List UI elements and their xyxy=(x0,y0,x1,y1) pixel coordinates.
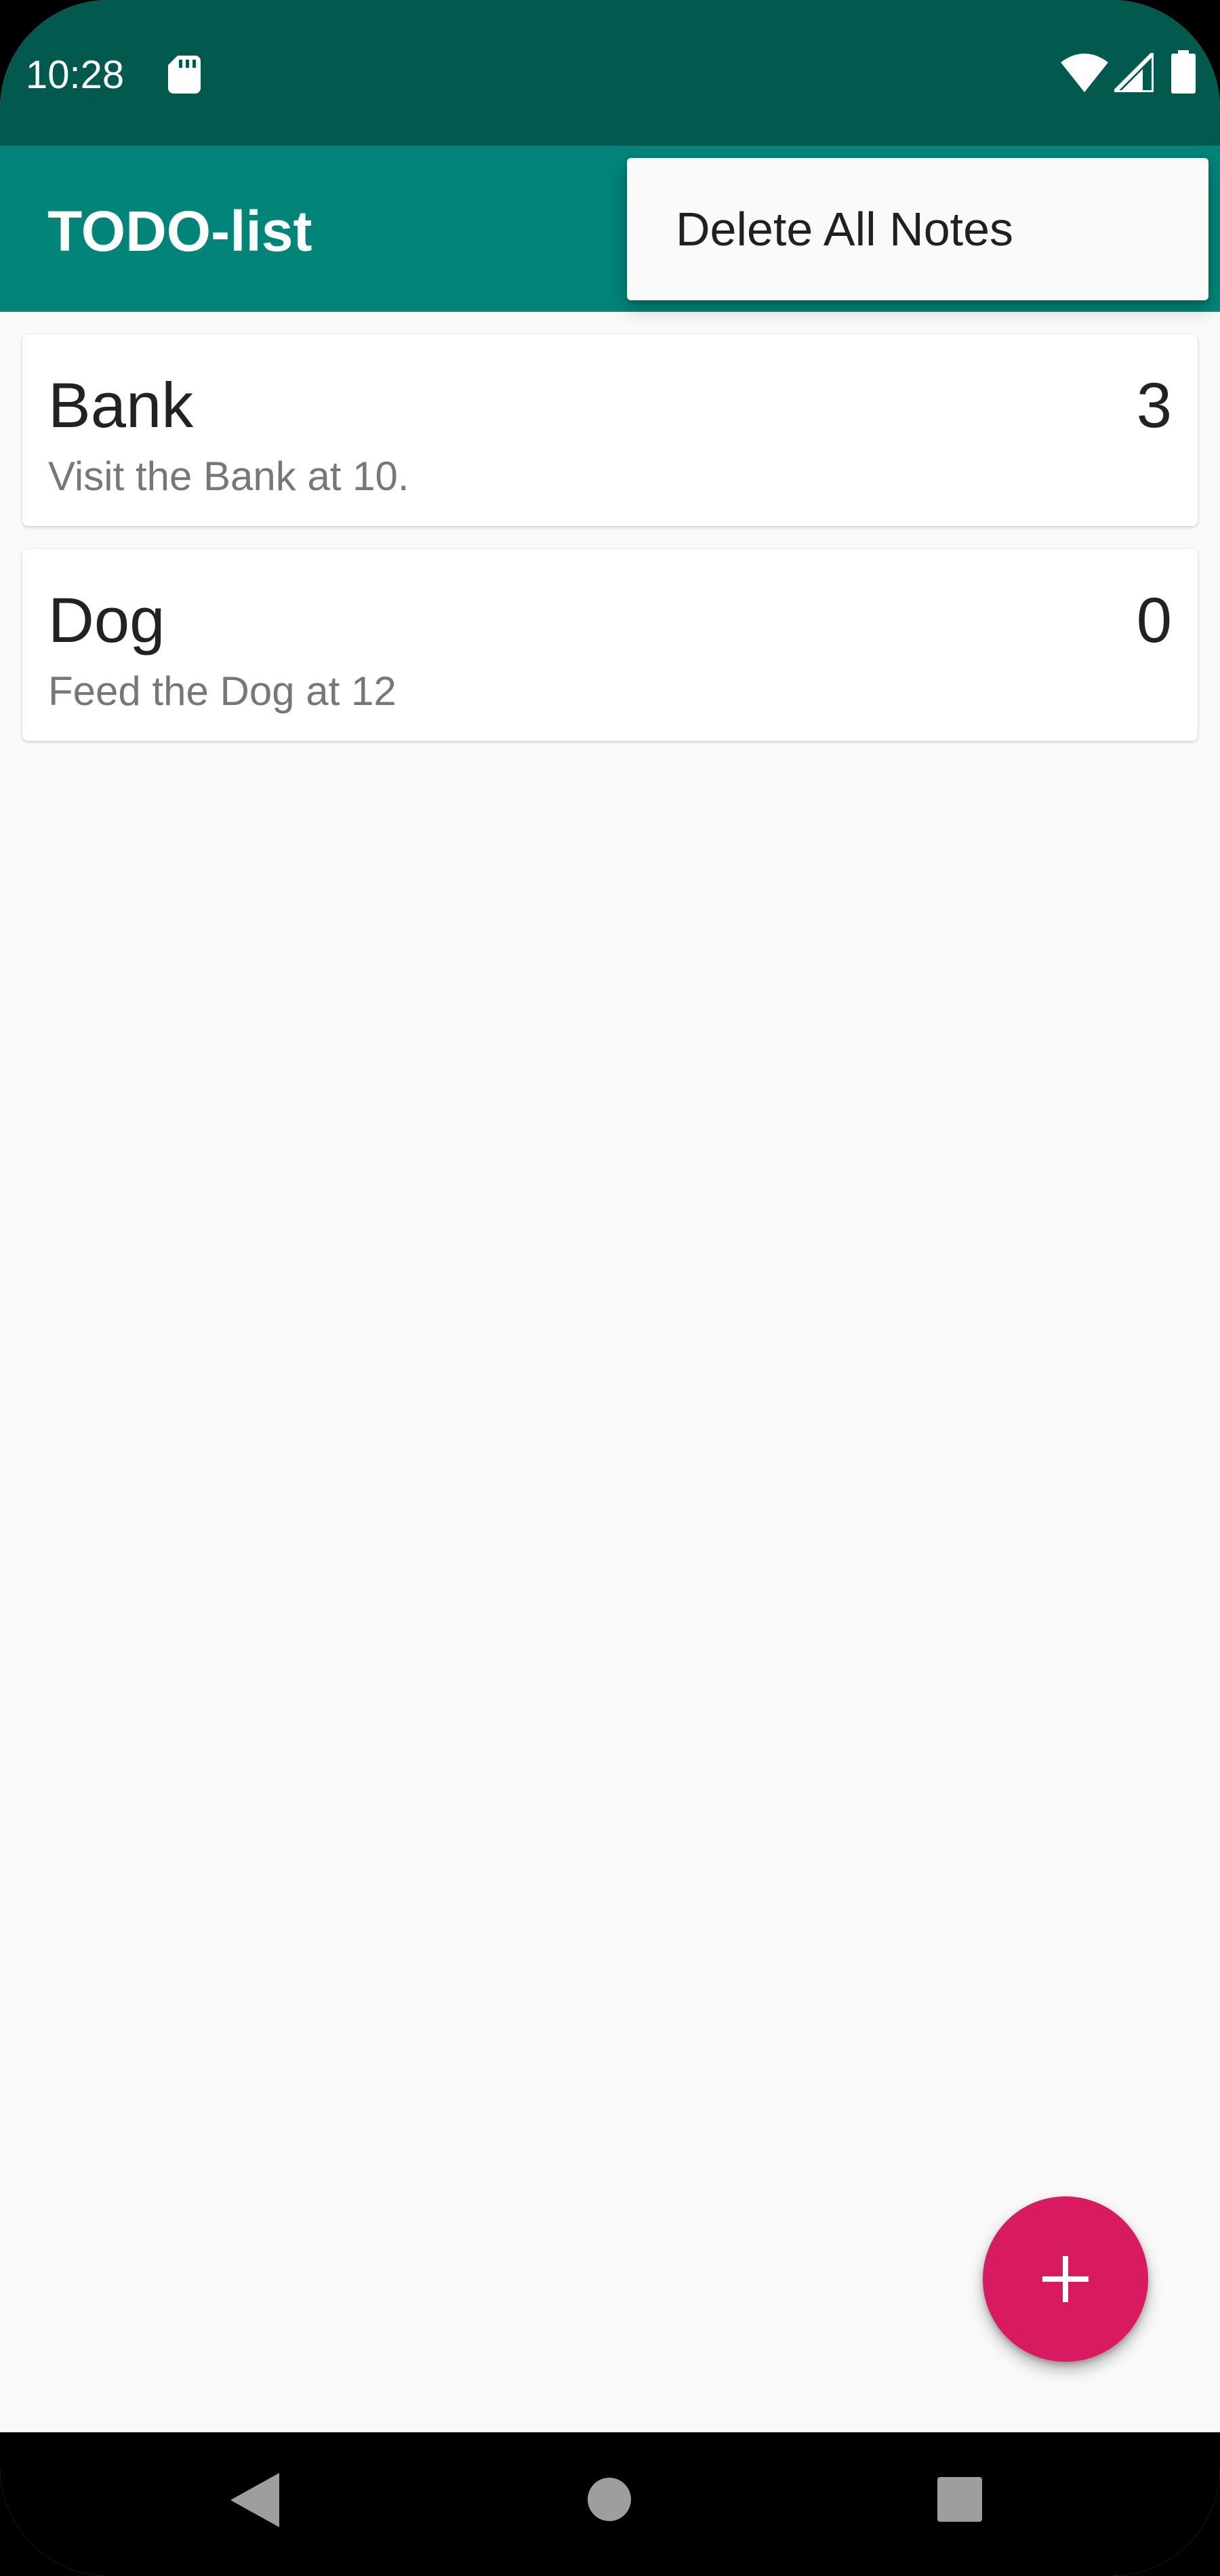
navigation-bar xyxy=(0,2432,1220,2576)
home-icon[interactable] xyxy=(587,2477,632,2522)
status-bar: 10:28 xyxy=(0,0,1220,146)
note-title: Bank xyxy=(48,369,194,441)
plus-icon xyxy=(1042,2256,1089,2302)
app-title: TODO-list xyxy=(47,199,312,263)
note-card-bank[interactable]: Bank Visit the Bank at 10. 3 xyxy=(22,334,1198,526)
note-title: Dog xyxy=(48,584,165,656)
note-description: Visit the Bank at 10. xyxy=(48,454,409,499)
wifi-icon xyxy=(1061,54,1108,92)
recents-icon[interactable] xyxy=(937,2477,982,2522)
note-description: Feed the Dog at 12 xyxy=(48,668,396,714)
note-card-dog[interactable]: Dog Feed the Dog at 12 0 xyxy=(22,549,1198,741)
menu-item-label: Delete All Notes xyxy=(676,203,1014,256)
device-screen: 10:28 TODO-list Delete All Notes Bank Vi… xyxy=(0,0,1220,2576)
sd-card-icon xyxy=(168,56,201,94)
add-note-button[interactable] xyxy=(983,2196,1148,2362)
note-priority: 0 xyxy=(1136,584,1172,656)
battery-icon xyxy=(1171,50,1196,94)
signal-icon xyxy=(1114,53,1154,92)
status-time: 10:28 xyxy=(26,53,125,97)
note-priority: 3 xyxy=(1136,369,1172,441)
back-icon[interactable] xyxy=(230,2473,279,2527)
overflow-menu: Delete All Notes xyxy=(627,158,1208,300)
menu-item-delete-all-notes[interactable]: Delete All Notes xyxy=(627,158,1208,300)
